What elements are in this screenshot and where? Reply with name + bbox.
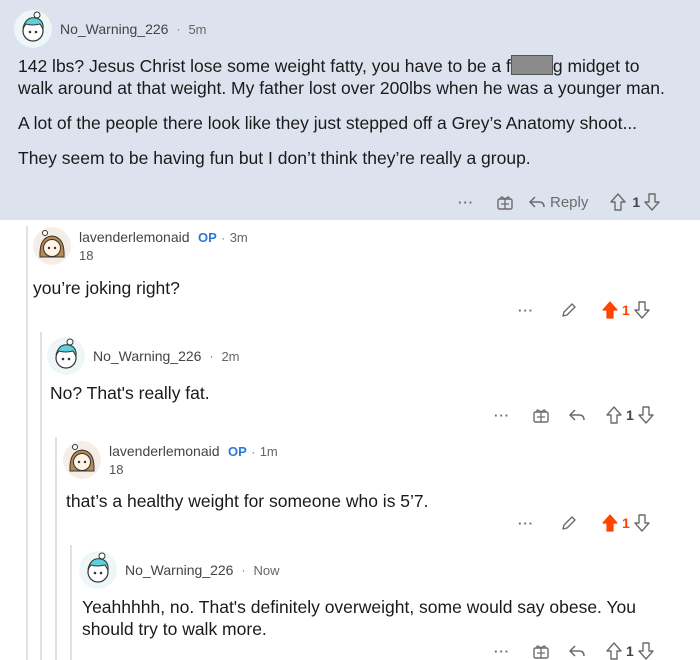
downvote-button[interactable] bbox=[634, 301, 650, 319]
comment-body: that’s a healthy weight for someone who … bbox=[66, 491, 429, 511]
upvote-icon bbox=[606, 642, 622, 660]
edit-button[interactable] bbox=[560, 301, 578, 319]
pencil-icon bbox=[562, 516, 576, 530]
comment-paragraph: 142 lbs? Jesus Christ lose some weight f… bbox=[18, 55, 665, 98]
comment-actions: ··· 1 bbox=[492, 406, 654, 424]
upvote-button[interactable] bbox=[602, 301, 618, 319]
timestamp: Now bbox=[253, 562, 280, 578]
reply-label: Reply bbox=[550, 193, 589, 211]
more-options-button[interactable]: ··· bbox=[492, 408, 512, 423]
op-badge: OP bbox=[197, 230, 217, 245]
more-options-button[interactable]: ··· bbox=[492, 644, 512, 659]
username[interactable]: No_Warning_226 bbox=[93, 348, 201, 364]
gift-icon bbox=[533, 409, 549, 423]
comment-body: Yeahhhhh, no. That's definitely overweig… bbox=[82, 597, 637, 639]
award-button[interactable] bbox=[496, 193, 514, 211]
gift-icon bbox=[497, 196, 513, 210]
avatar[interactable] bbox=[33, 227, 71, 265]
downvote-button[interactable] bbox=[644, 193, 660, 211]
comment-header: No_Warning_226 · 5m bbox=[14, 10, 207, 48]
reply-button[interactable] bbox=[568, 407, 586, 423]
comment-actions: ··· 1 bbox=[516, 301, 650, 319]
upvote-icon bbox=[602, 301, 618, 319]
upvote-button[interactable] bbox=[610, 193, 627, 211]
comment-actions: ··· 1 bbox=[492, 642, 654, 660]
thread-line[interactable] bbox=[70, 545, 72, 660]
more-options-button[interactable]: ··· bbox=[516, 516, 536, 531]
upvote-button[interactable] bbox=[606, 642, 622, 660]
username[interactable]: lavenderlemonaid bbox=[79, 229, 190, 245]
censor-block bbox=[510, 55, 553, 75]
thread-line[interactable] bbox=[26, 226, 28, 660]
username[interactable]: lavenderlemonaid bbox=[109, 443, 220, 459]
comment-header: No_Warning_226 · 2m bbox=[47, 337, 240, 375]
pencil-icon bbox=[562, 303, 576, 317]
reply-icon bbox=[568, 409, 585, 421]
highlighted-comment: No_Warning_226 · 5m 142 lbs? Jesus Chris… bbox=[0, 0, 700, 220]
avatar[interactable] bbox=[47, 337, 85, 375]
comment-body: you’re joking right? bbox=[33, 278, 180, 298]
separator: · bbox=[241, 563, 246, 577]
comment-paragraph: They seem to be having fun but I don’t t… bbox=[18, 148, 531, 168]
reply-button[interactable] bbox=[568, 643, 586, 659]
vote-count: 1 bbox=[622, 515, 630, 531]
comment-actions: ··· 1 bbox=[516, 514, 650, 532]
avatar[interactable] bbox=[79, 551, 117, 589]
downvote-icon bbox=[634, 514, 650, 532]
downvote-button[interactable] bbox=[634, 514, 650, 532]
user-flair: 18 bbox=[79, 248, 94, 263]
comment-header: lavenderlemonaid OP · 3m 18 bbox=[33, 227, 248, 265]
comment-header: No_Warning_226 · Now bbox=[79, 551, 279, 589]
vote-count: 1 bbox=[632, 194, 641, 210]
upvote-icon bbox=[602, 514, 618, 532]
timestamp: 5m bbox=[188, 21, 207, 37]
vote-count: 1 bbox=[622, 302, 630, 318]
username[interactable]: No_Warning_226 bbox=[60, 21, 168, 37]
gift-icon bbox=[533, 645, 549, 659]
reply-icon bbox=[528, 196, 545, 208]
upvote-button[interactable] bbox=[606, 406, 622, 424]
downvote-icon bbox=[634, 301, 650, 319]
downvote-button[interactable] bbox=[638, 642, 654, 660]
separator: · bbox=[251, 445, 256, 459]
avatar[interactable] bbox=[14, 10, 52, 48]
separator: · bbox=[209, 349, 214, 363]
thread-line[interactable] bbox=[40, 332, 42, 660]
award-button[interactable] bbox=[532, 642, 550, 660]
upvote-icon bbox=[610, 193, 627, 211]
downvote-icon bbox=[638, 642, 654, 660]
username[interactable]: No_Warning_226 bbox=[125, 562, 233, 578]
avatar[interactable] bbox=[63, 441, 101, 479]
more-options-button[interactable]: ··· bbox=[456, 195, 476, 210]
vote-count: 1 bbox=[626, 643, 634, 659]
reply-icon bbox=[568, 645, 585, 657]
more-options-button[interactable]: ··· bbox=[516, 303, 536, 318]
separator: · bbox=[221, 231, 226, 245]
separator: · bbox=[176, 22, 181, 36]
thread-line[interactable] bbox=[55, 437, 57, 660]
comment-body: 142 lbs? Jesus Christ lose some weight f… bbox=[18, 55, 678, 182]
downvote-icon bbox=[644, 193, 660, 211]
vote-count: 1 bbox=[626, 407, 634, 423]
comment-header: lavenderlemonaid OP · 1m 18 bbox=[63, 441, 278, 479]
op-badge: OP bbox=[227, 444, 247, 459]
user-flair: 18 bbox=[109, 462, 124, 477]
downvote-button[interactable] bbox=[638, 406, 654, 424]
edit-button[interactable] bbox=[560, 514, 578, 532]
timestamp: 2m bbox=[221, 348, 240, 364]
award-button[interactable] bbox=[532, 406, 550, 424]
comment-actions: ··· Reply 1 bbox=[456, 193, 660, 211]
timestamp: 1m bbox=[259, 444, 278, 459]
downvote-icon bbox=[638, 406, 654, 424]
timestamp: 3m bbox=[229, 230, 248, 245]
comment-body: No? That's really fat. bbox=[50, 383, 210, 403]
upvote-icon bbox=[606, 406, 622, 424]
reply-button[interactable]: Reply bbox=[528, 194, 588, 211]
comment-paragraph: A lot of the people there look like they… bbox=[18, 113, 638, 133]
upvote-button[interactable] bbox=[602, 514, 618, 532]
